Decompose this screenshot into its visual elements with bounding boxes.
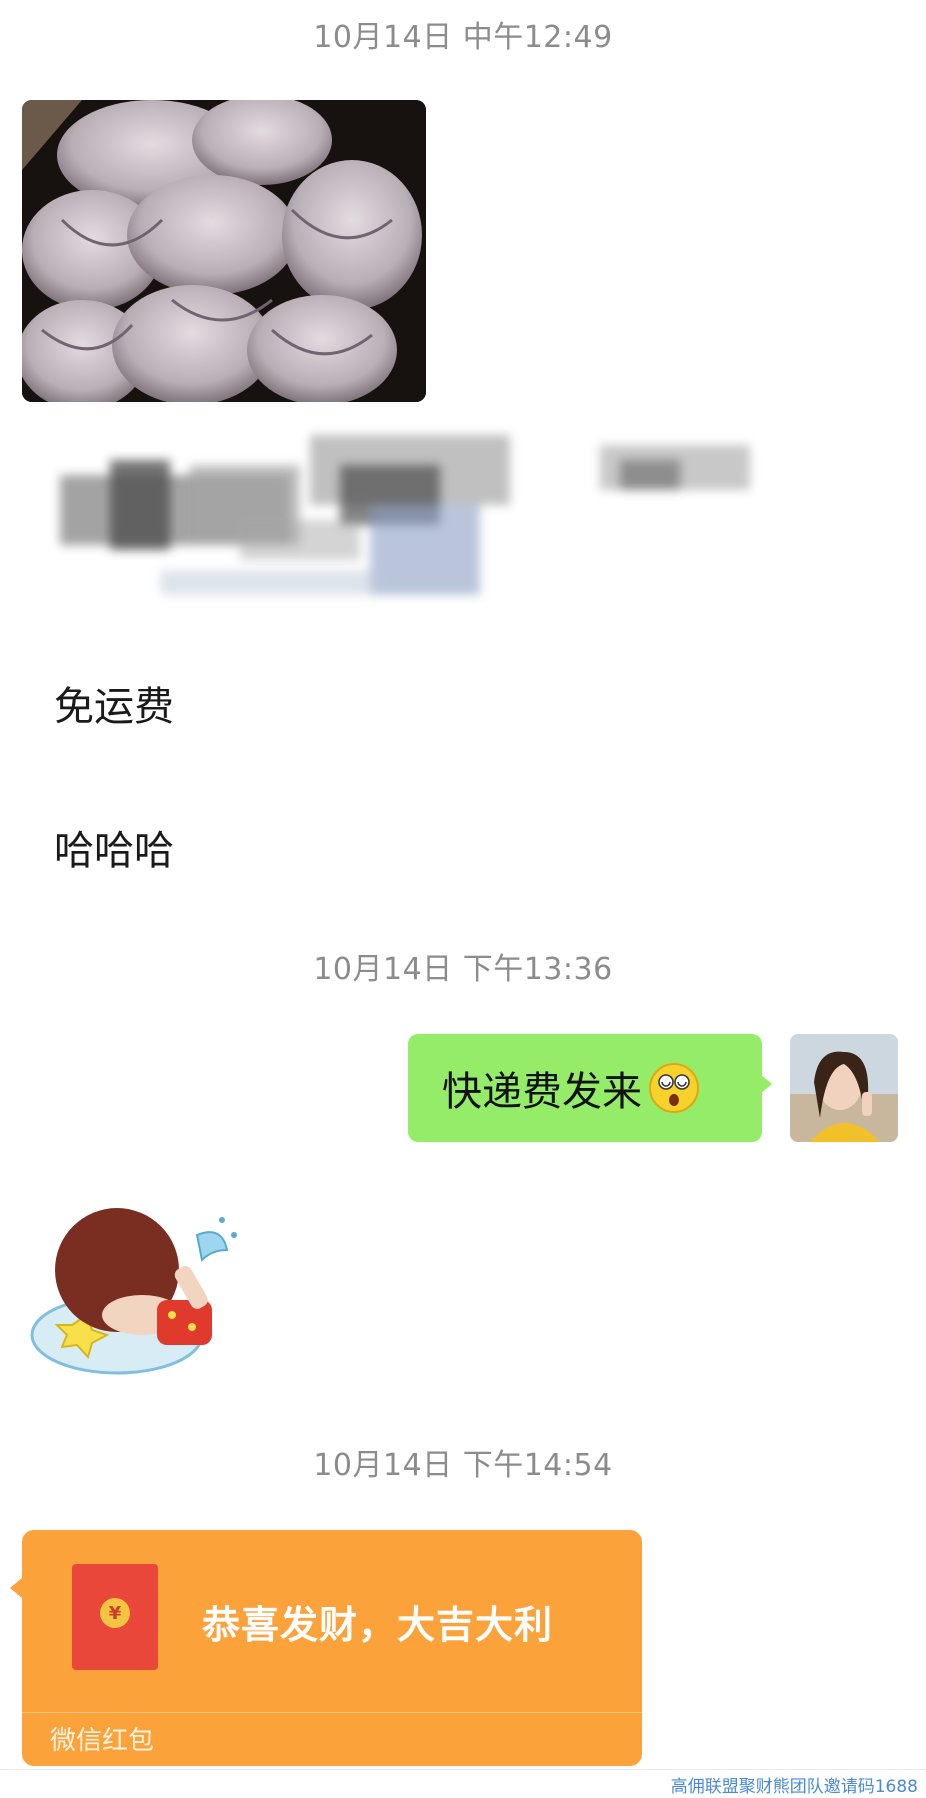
crying-sticker[interactable] — [22, 1195, 242, 1385]
sent-message-bubble[interactable]: 快递费发来 — [408, 1034, 772, 1142]
mushroom-photo[interactable] — [22, 100, 426, 402]
divider — [22, 1712, 642, 1713]
timestamp: 10月14日 下午14:54 — [313, 1448, 613, 1483]
message-text: 哈哈哈 — [54, 828, 174, 874]
red-packet-label: 微信红包 — [50, 1726, 155, 1756]
watermark: 高佣联盟聚财熊团队邀请码1688 — [668, 1771, 920, 1798]
red-packet-title: 恭喜发财，大吉大利 — [202, 1603, 554, 1647]
timestamp: 10月14日 下午13:36 — [313, 952, 613, 987]
message-text: 快递费发来 — [442, 1069, 642, 1115]
timestamp: 10月14日 中午12:49 — [313, 20, 613, 55]
red-packet-message[interactable]: ¥ 恭喜发财，大吉大利 微信红包 — [10, 1530, 642, 1766]
user-avatar[interactable] — [790, 1034, 898, 1142]
dizzy-emoji — [649, 1063, 699, 1113]
divider — [0, 1769, 926, 1770]
redacted-message — [40, 405, 840, 635]
message-text: 免运费 — [54, 684, 174, 730]
red-envelope-icon: ¥ — [72, 1564, 158, 1670]
